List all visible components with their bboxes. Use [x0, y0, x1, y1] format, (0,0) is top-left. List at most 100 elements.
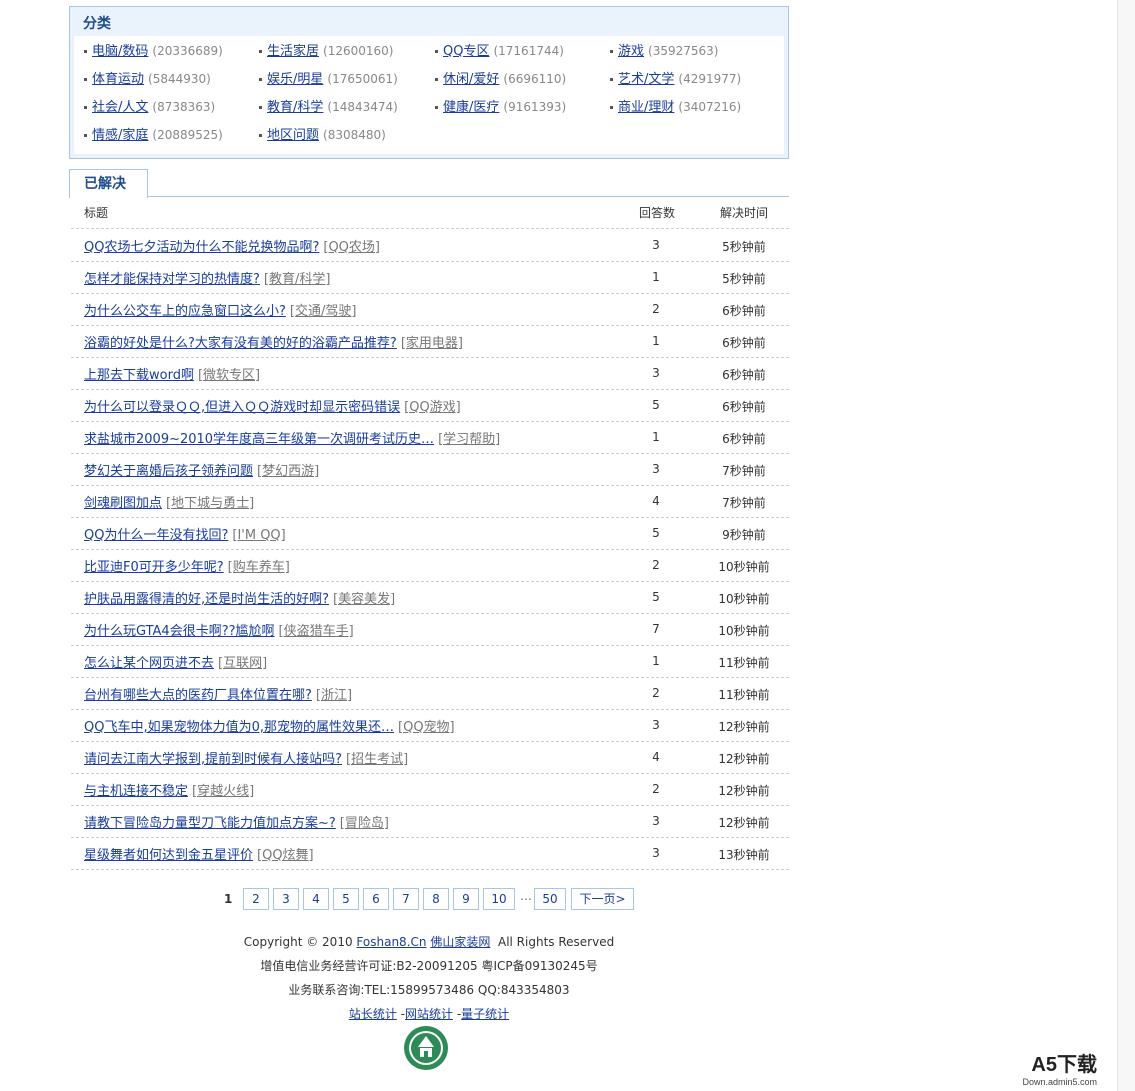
- question-link[interactable]: 请问去江南大学报到,提前到时候有人接站吗?: [84, 752, 342, 767]
- category-link[interactable]: 娱乐/明星: [267, 72, 323, 87]
- category-link[interactable]: 教育/科学: [267, 100, 323, 115]
- footer-site-link[interactable]: Foshan8.Cn: [356, 935, 426, 949]
- category-tag[interactable]: [互联网]: [218, 656, 267, 671]
- page-link[interactable]: 2: [243, 888, 269, 910]
- question-link[interactable]: 台州有哪些大点的医药厂具体位置在哪?: [84, 688, 312, 703]
- page-link[interactable]: 5: [333, 888, 359, 910]
- question-link[interactable]: 为什么玩GTA4会很卡啊??尴尬啊: [84, 624, 275, 639]
- answer-count: 2: [652, 302, 660, 316]
- category-tag[interactable]: [教育/科学]: [264, 272, 331, 287]
- category-link[interactable]: 商业/理财: [618, 100, 674, 115]
- question-link[interactable]: 护肤品用露得清的好,还是时尚生活的好啊?: [84, 592, 329, 607]
- page-link-last[interactable]: 50: [534, 888, 566, 910]
- answer-count: 4: [652, 494, 660, 508]
- question-link[interactable]: 怎么让某个网页进不去: [84, 656, 214, 671]
- page-link[interactable]: 3: [273, 888, 299, 910]
- category-link[interactable]: 生活家居: [267, 44, 319, 59]
- answer-count: 3: [652, 238, 660, 252]
- category-link[interactable]: 电脑/数码: [92, 44, 148, 59]
- question-link[interactable]: 比亚迪F0可开多少年呢?: [84, 560, 224, 575]
- question-link[interactable]: 为什么可以登录ＱＱ,但进入ＱＱ游戏时却显示密码错误: [84, 400, 400, 415]
- question-link[interactable]: 梦幻关于离婚后孩子领养问题: [84, 464, 253, 479]
- bullet-icon: [259, 50, 262, 53]
- category-tag[interactable]: [QQ宠物]: [398, 720, 455, 735]
- next-page-button[interactable]: 下一页>: [571, 888, 634, 910]
- bullet-icon: [84, 106, 87, 109]
- bullet-icon: [259, 134, 262, 137]
- category-tag[interactable]: [QQ游戏]: [404, 400, 461, 415]
- category-tag[interactable]: [购车养车]: [228, 560, 290, 575]
- table-row: QQ农场七夕活动为什么不能兑换物品啊? [QQ农场] 3 5秒钟前: [71, 229, 789, 262]
- page-link[interactable]: 8: [423, 888, 449, 910]
- question-link[interactable]: 剑魂刷图加点: [84, 496, 162, 511]
- stats-link[interactable]: 量子统计: [461, 1007, 509, 1021]
- category-tag[interactable]: [学习帮助]: [438, 432, 500, 447]
- row-title-cell: 请问去江南大学报到,提前到时候有人接站吗? [招生考试]: [84, 748, 408, 767]
- page-link[interactable]: 4: [303, 888, 329, 910]
- category-tag[interactable]: [穿越火线]: [192, 784, 254, 799]
- page-ellipsis: …: [520, 889, 532, 903]
- footer-site-name[interactable]: 佛山家装网: [430, 935, 490, 949]
- category-tag[interactable]: [家用电器]: [401, 336, 463, 351]
- question-link[interactable]: 怎样才能保持对学习的热情度?: [84, 272, 260, 287]
- category-item: 艺术/文学 (4291977): [610, 69, 741, 89]
- solved-time: 6秒钟前: [722, 432, 766, 446]
- question-link[interactable]: 浴霸的好处是什么?大家有没有美的好的浴霸产品推荐?: [84, 336, 397, 351]
- category-link[interactable]: QQ专区: [443, 44, 489, 59]
- category-link[interactable]: 健康/医疗: [443, 100, 499, 115]
- category-link[interactable]: 艺术/文学: [618, 72, 674, 87]
- tab-solved[interactable]: 已解决: [69, 169, 148, 198]
- category-link[interactable]: 体育运动: [92, 72, 144, 87]
- footer-license: 增值电信业务经营许可证:B2-20091205 粤ICP备09130245号: [260, 959, 598, 973]
- category-tag[interactable]: [QQ炫舞]: [257, 848, 314, 863]
- category-tag[interactable]: [I'M QQ]: [232, 528, 285, 543]
- category-link[interactable]: 休闲/爱好: [443, 72, 499, 87]
- category-tag[interactable]: [地下城与勇士]: [166, 496, 254, 511]
- category-item: 休闲/爱好 (6696110): [435, 69, 566, 89]
- question-link[interactable]: QQ飞车中,如果宠物体力值为0,那宠物的属性效果还…: [84, 720, 394, 735]
- solved-time: 5秒钟前: [722, 272, 766, 286]
- stats-link[interactable]: 站长统计: [349, 1007, 397, 1021]
- question-link[interactable]: 为什么公交车上的应急窗口这么小?: [84, 304, 286, 319]
- column-header-time: 解决时间: [720, 206, 769, 220]
- category-tag[interactable]: [冒险岛]: [340, 816, 389, 831]
- category-tag[interactable]: [美容美发]: [333, 592, 395, 607]
- category-tag[interactable]: [微软专区]: [198, 368, 260, 383]
- solved-time: 12秒钟前: [718, 752, 770, 766]
- category-link[interactable]: 情感/家庭: [92, 128, 148, 143]
- watermark: A5下载 Down.admin5.com: [1022, 1048, 1097, 1087]
- vertical-scrollbar[interactable]: [1117, 0, 1135, 1091]
- category-link[interactable]: 社会/人文: [92, 100, 148, 115]
- question-link[interactable]: QQ农场七夕活动为什么不能兑换物品啊?: [84, 240, 319, 255]
- category-count: (9161393): [503, 100, 567, 114]
- question-link[interactable]: 求盐城市2009~2010学年度高三年级第一次调研考试历史…: [84, 432, 434, 447]
- category-item: 情感/家庭 (20889525): [84, 125, 223, 145]
- column-header-answers: 回答数: [639, 206, 676, 220]
- table-row: 怎么让某个网页进不去 [互联网] 1 11秒钟前: [71, 645, 789, 678]
- question-link[interactable]: 请教下冒险岛力量型刀飞能力值加点方案~?: [84, 816, 336, 831]
- row-title-cell: 求盐城市2009~2010学年度高三年级第一次调研考试历史… [学习帮助]: [84, 428, 500, 447]
- category-link[interactable]: 地区问题: [267, 128, 319, 143]
- question-link[interactable]: QQ为什么一年没有找回?: [84, 528, 228, 543]
- question-link[interactable]: 与主机连接不稳定: [84, 784, 188, 799]
- answer-count: 3: [652, 718, 660, 732]
- page-link[interactable]: 9: [453, 888, 479, 910]
- category-tag[interactable]: [梦幻西游]: [257, 464, 319, 479]
- category-tag[interactable]: [侠盗猎车手]: [279, 624, 354, 639]
- category-tag[interactable]: [QQ农场]: [323, 240, 380, 255]
- page-link[interactable]: 7: [393, 888, 419, 910]
- stats-link[interactable]: 网站统计: [405, 1007, 453, 1021]
- page-link[interactable]: 6: [363, 888, 389, 910]
- category-tag[interactable]: [交通/驾驶]: [290, 304, 357, 319]
- bullet-icon: [84, 78, 87, 81]
- solved-time: 6秒钟前: [722, 400, 766, 414]
- category-link[interactable]: 游戏: [618, 44, 644, 59]
- page-current: 1: [224, 892, 233, 906]
- page-link[interactable]: 10: [483, 888, 515, 910]
- question-link[interactable]: 上那去下载word啊: [84, 368, 194, 383]
- category-tag[interactable]: [招生考试]: [346, 752, 408, 767]
- category-tag[interactable]: [浙江]: [316, 688, 352, 703]
- certification-seal-icon[interactable]: [403, 1025, 449, 1071]
- question-link[interactable]: 星级舞者如何达到金五星评价: [84, 848, 253, 863]
- table-row: 为什么玩GTA4会很卡啊??尴尬啊 [侠盗猎车手] 7 10秒钟前: [71, 613, 789, 646]
